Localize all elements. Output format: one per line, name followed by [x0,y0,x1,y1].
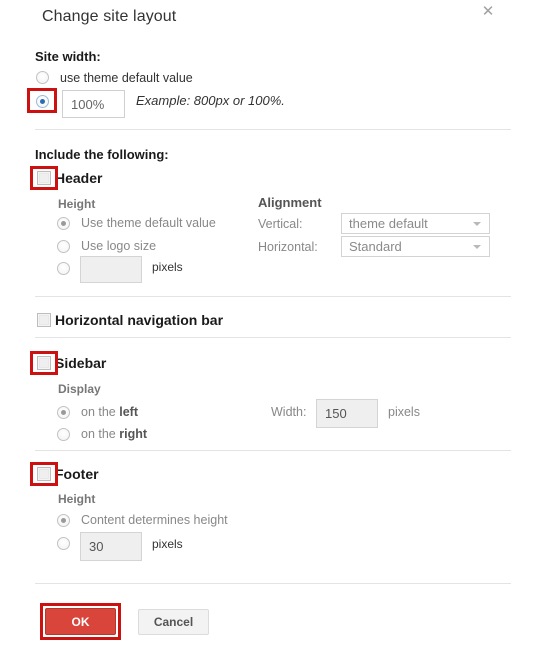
label-sidebar-left: on the left [81,405,138,419]
header-horizontal-value: Standard [349,239,402,254]
label-sidebar-right: on the right [81,427,147,441]
divider-3 [35,337,511,338]
close-icon[interactable]: ✕ [478,2,498,22]
site-width-input[interactable]: 100% [62,90,125,118]
header-horizontal-select[interactable]: Standard [341,236,490,257]
label-header-theme-default: Use theme default value [81,216,216,230]
label-header-logo-size: Use logo size [81,239,157,253]
page-title: Change site layout [42,8,177,25]
label-sidebar: Sidebar [55,355,107,371]
footer-height-heading: Height [58,492,96,506]
label-sidebar-left-strong: left [119,405,138,419]
header-horizontal-label: Horizontal: [258,240,318,254]
radio-header-logo-size[interactable] [57,240,70,253]
divider-4 [35,450,511,451]
label-sidebar-right-prefix: on the [81,427,120,441]
label-site-width-theme-default: use theme default value [60,71,193,85]
sidebar-pixels-label: pixels [388,405,420,419]
header-alignment-heading: Alignment [258,195,322,210]
footer-pixels-input[interactable]: 30 [80,532,142,561]
label-footer-content-height: Content determines height [81,513,228,527]
sidebar-width-input[interactable]: 150 [316,399,378,428]
sidebar-display-heading: Display [58,382,101,396]
checkbox-sidebar[interactable] [37,356,51,370]
checkbox-header[interactable] [37,171,51,185]
divider-2 [35,296,511,297]
checkbox-nav-bar[interactable] [37,313,51,327]
header-vertical-label: Vertical: [258,217,303,231]
radio-footer-content-height[interactable] [57,514,70,527]
divider-1 [35,129,511,130]
radio-site-width-theme-default[interactable] [36,71,49,84]
radio-site-width-custom[interactable] [36,95,49,108]
header-vertical-value: theme default [349,216,428,231]
divider-5 [35,583,511,584]
header-pixels-label: pixels [152,260,183,274]
label-sidebar-right-strong: right [119,427,148,441]
label-sidebar-left-prefix: on the [81,405,120,419]
chevron-down-icon [473,244,481,249]
ok-button[interactable]: OK [45,608,116,635]
site-width-heading: Site width: [35,49,101,64]
footer-pixels-label: pixels [152,537,183,551]
radio-header-theme-default[interactable] [57,217,70,230]
label-header: Header [55,170,103,186]
label-footer: Footer [55,466,99,482]
radio-footer-custom-pixels[interactable] [57,537,70,550]
sidebar-width-label: Width: [271,405,307,419]
include-heading: Include the following: [35,147,169,162]
header-vertical-select[interactable]: theme default [341,213,490,234]
radio-sidebar-right[interactable] [57,428,70,441]
cancel-button[interactable]: Cancel [138,609,209,635]
radio-sidebar-left[interactable] [57,406,70,419]
chevron-down-icon [473,221,481,226]
label-nav-bar: Horizontal navigation bar [55,312,224,328]
radio-header-custom-pixels[interactable] [57,262,70,275]
site-width-example-note: Example: 800px or 100%. [136,93,285,108]
header-height-heading: Height [58,197,96,211]
header-pixels-input[interactable] [80,256,142,283]
checkbox-footer[interactable] [37,467,51,481]
